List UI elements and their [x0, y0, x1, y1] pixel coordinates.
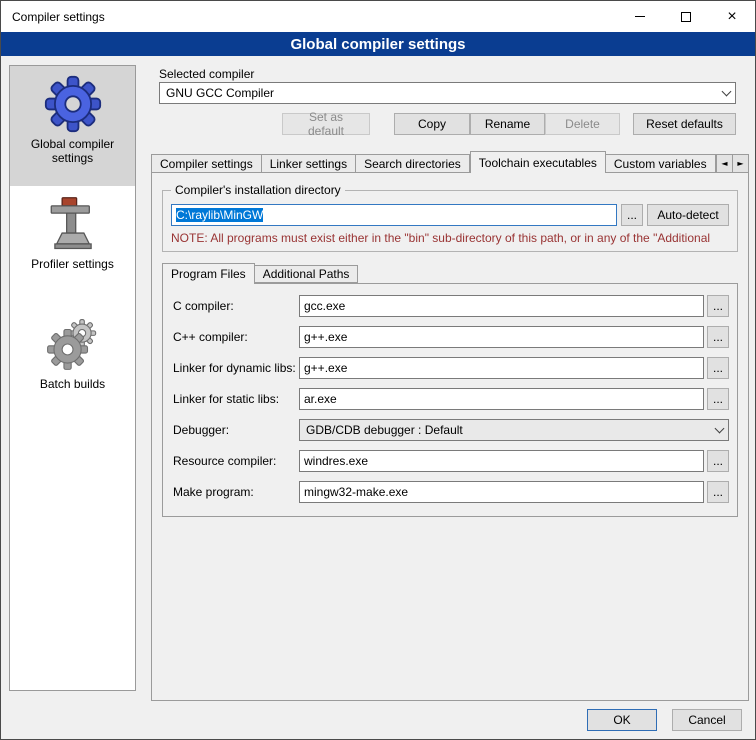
make-program-label: Make program:	[173, 485, 299, 499]
batch-builds-gears-icon	[44, 315, 102, 373]
close-icon: ×	[727, 9, 736, 25]
debugger-label: Debugger:	[173, 423, 299, 437]
program-files-panel: C compiler: gcc.exe ... C++ compiler: g+…	[162, 283, 738, 517]
cpp-compiler-row: C++ compiler: g++.exe ...	[173, 326, 729, 348]
tab-additional-paths[interactable]: Additional Paths	[255, 265, 359, 283]
auto-detect-button[interactable]: Auto-detect	[647, 204, 729, 226]
copy-button[interactable]: Copy	[394, 113, 470, 135]
minimize-button[interactable]	[617, 1, 663, 32]
tab-custom-variables[interactable]: Custom variables	[606, 154, 716, 173]
sidebar-item-batch-builds[interactable]: Batch builds	[10, 306, 135, 426]
resource-compiler-value: windres.exe	[304, 454, 368, 468]
installation-directory-value: C:\raylib\MinGW	[176, 208, 263, 222]
tab-search-directories[interactable]: Search directories	[356, 154, 470, 173]
dynamic-linker-label: Linker for dynamic libs:	[173, 361, 299, 375]
maximize-icon	[681, 12, 691, 22]
maximize-button[interactable]	[663, 1, 709, 32]
debugger-row: Debugger: GDB/CDB debugger : Default	[173, 419, 729, 441]
tab-linker-settings[interactable]: Linker settings	[262, 154, 356, 173]
sidebar-item-label: Batch builds	[40, 377, 105, 391]
static-linker-row: Linker for static libs: ar.exe ...	[173, 388, 729, 410]
c-compiler-value: gcc.exe	[304, 299, 345, 313]
tab-scroll-buttons: ◄ ►	[717, 154, 749, 173]
window-title: Compiler settings	[1, 10, 105, 24]
compiler-action-buttons: Set as default Copy Rename Delete Reset …	[159, 113, 736, 135]
make-program-browse-button[interactable]: ...	[707, 481, 729, 503]
c-compiler-row: C compiler: gcc.exe ...	[173, 295, 729, 317]
close-button[interactable]: ×	[709, 1, 755, 32]
resource-compiler-label: Resource compiler:	[173, 454, 299, 468]
static-linker-label: Linker for static libs:	[173, 392, 299, 406]
installation-directory-browse-button[interactable]: ...	[621, 204, 643, 226]
tab-scroll-right-button[interactable]: ►	[732, 154, 749, 173]
settings-category-list: Global compiler settings Profiler settin…	[9, 65, 136, 691]
static-linker-input[interactable]: ar.exe	[299, 388, 704, 410]
dialog-footer-buttons: OK Cancel	[587, 709, 742, 731]
dynamic-linker-value: g++.exe	[304, 361, 347, 375]
compiler-select-value: GNU GCC Compiler	[166, 86, 274, 100]
tab-toolchain-executables[interactable]: Toolchain executables	[470, 151, 606, 173]
debugger-select-value: GDB/CDB debugger : Default	[306, 423, 463, 437]
dynamic-linker-row: Linker for dynamic libs: g++.exe ...	[173, 357, 729, 379]
make-program-value: mingw32-make.exe	[304, 485, 408, 499]
resource-compiler-input[interactable]: windres.exe	[299, 450, 704, 472]
dynamic-linker-input[interactable]: g++.exe	[299, 357, 704, 379]
titlebar: Compiler settings ×	[1, 1, 755, 32]
minimize-icon	[635, 16, 645, 17]
delete-button: Delete	[545, 113, 620, 135]
arrow-right-icon: ►	[737, 159, 743, 168]
tab-scroll-left-button[interactable]: ◄	[716, 154, 733, 173]
make-program-row: Make program: mingw32-make.exe ...	[173, 481, 729, 503]
cpp-compiler-label: C++ compiler:	[173, 330, 299, 344]
selected-compiler-label: Selected compiler	[159, 67, 254, 81]
arrow-left-icon: ◄	[721, 159, 727, 168]
set-as-default-button: Set as default	[282, 113, 370, 135]
dialog-header: Global compiler settings	[1, 32, 755, 56]
cancel-button[interactable]: Cancel	[672, 709, 742, 731]
installation-directory-group-title: Compiler's installation directory	[171, 183, 345, 197]
dialog-header-title: Global compiler settings	[290, 36, 465, 53]
resource-compiler-row: Resource compiler: windres.exe ...	[173, 450, 729, 472]
reset-defaults-button[interactable]: Reset defaults	[633, 113, 736, 135]
dynamic-linker-browse-button[interactable]: ...	[707, 357, 729, 379]
c-compiler-input[interactable]: gcc.exe	[299, 295, 704, 317]
rename-button[interactable]: Rename	[470, 113, 545, 135]
toolchain-executables-panel: Compiler's installation directory C:\ray…	[151, 172, 749, 701]
compiler-settings-dialog: Compiler settings × Global compiler sett…	[0, 0, 756, 740]
sidebar-item-profiler-settings[interactable]: Profiler settings	[10, 186, 135, 306]
ok-button[interactable]: OK	[587, 709, 657, 731]
installation-directory-group: Compiler's installation directory C:\ray…	[162, 183, 738, 252]
cpp-compiler-input[interactable]: g++.exe	[299, 326, 704, 348]
static-linker-browse-button[interactable]: ...	[707, 388, 729, 410]
sidebar-item-label: Global compiler settings	[17, 137, 129, 165]
installation-directory-input[interactable]: C:\raylib\MinGW	[171, 204, 617, 226]
window-controls: ×	[617, 1, 755, 32]
installation-note-text: NOTE: All programs must exist either in …	[171, 231, 729, 245]
sidebar-item-global-compiler-settings[interactable]: Global compiler settings	[10, 66, 135, 186]
tab-program-files[interactable]: Program Files	[162, 263, 255, 284]
debugger-select[interactable]: GDB/CDB debugger : Default	[299, 419, 729, 441]
sidebar-item-label: Profiler settings	[31, 257, 114, 271]
profiler-icon	[44, 195, 102, 253]
static-linker-value: ar.exe	[304, 392, 337, 406]
cpp-compiler-value: g++.exe	[304, 330, 347, 344]
blue-gear-icon	[44, 75, 102, 133]
settings-tab-strip: Compiler settings Linker settings Search…	[151, 151, 749, 173]
program-files-tab-strip: Program Files Additional Paths	[162, 262, 738, 283]
installation-directory-row: C:\raylib\MinGW ... Auto-detect	[171, 204, 729, 226]
compiler-select[interactable]: GNU GCC Compiler	[159, 82, 736, 104]
chevron-down-icon	[717, 83, 735, 103]
c-compiler-browse-button[interactable]: ...	[707, 295, 729, 317]
c-compiler-label: C compiler:	[173, 299, 299, 313]
chevron-down-icon	[710, 420, 728, 440]
cpp-compiler-browse-button[interactable]: ...	[707, 326, 729, 348]
make-program-input[interactable]: mingw32-make.exe	[299, 481, 704, 503]
tab-compiler-settings[interactable]: Compiler settings	[151, 154, 262, 173]
resource-compiler-browse-button[interactable]: ...	[707, 450, 729, 472]
